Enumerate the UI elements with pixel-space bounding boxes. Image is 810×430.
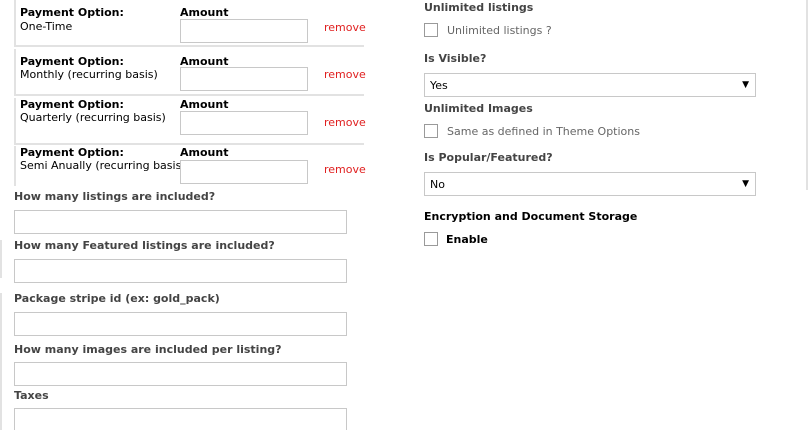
section-divider <box>0 293 2 430</box>
remove-link[interactable]: remove <box>324 116 366 130</box>
amount-input[interactable] <box>180 160 308 184</box>
payment-option-block: Payment Option: Quarterly (recurring bas… <box>14 98 366 145</box>
amount-label: Amount <box>180 98 229 111</box>
unlimited-images-checkbox[interactable] <box>424 124 438 138</box>
is-visible-selected: Yes <box>430 79 448 92</box>
popular-select[interactable]: No ▼ <box>424 172 756 196</box>
encryption-heading: Encryption and Document Storage <box>424 210 638 223</box>
featured-listings-label: How many Featured listings are included? <box>14 239 275 252</box>
remove-link[interactable]: remove <box>324 68 366 82</box>
images-per-listing-label: How many images are included per listing… <box>14 343 282 356</box>
stripe-id-label: Package stripe id (ex: gold_pack) <box>14 292 220 305</box>
amount-label: Amount <box>180 6 229 19</box>
amount-label: Amount <box>180 146 229 159</box>
unlimited-images-heading: Unlimited Images <box>424 102 533 115</box>
encryption-option[interactable]: Enable <box>424 231 488 247</box>
taxes-label: Taxes <box>14 389 49 402</box>
payment-option-label: Payment Option: <box>20 146 124 159</box>
payment-option-value: One-Time <box>20 20 73 33</box>
payment-option-block: Payment Option: One-Time Amount remove <box>14 0 366 47</box>
unlimited-listings-heading: Unlimited listings <box>424 1 534 14</box>
listings-included-input[interactable] <box>14 210 347 234</box>
section-divider <box>0 240 2 278</box>
unlimited-images-checkbox-label: Same as defined in Theme Options <box>447 124 640 138</box>
encryption-checkbox-label: Enable <box>446 232 488 246</box>
payment-option-block: Payment Option: Monthly (recurring basis… <box>14 49 366 96</box>
is-visible-label: Is Visible? <box>424 52 487 65</box>
caret-down-icon: ▼ <box>742 179 749 189</box>
listings-included-label: How many listings are included? <box>14 190 216 203</box>
caret-down-icon: ▼ <box>742 80 749 90</box>
unlimited-listings-checkbox-label: Unlimited listings ? <box>447 23 552 37</box>
encryption-checkbox[interactable] <box>424 232 438 246</box>
amount-input[interactable] <box>180 67 308 91</box>
payment-option-label: Payment Option: <box>20 98 124 111</box>
unlimited-listings-checkbox[interactable] <box>424 23 438 37</box>
payment-option-label: Payment Option: <box>20 6 124 19</box>
panel-edge <box>806 0 808 190</box>
is-visible-select[interactable]: Yes ▼ <box>424 73 756 97</box>
images-per-listing-input[interactable] <box>14 362 347 386</box>
stripe-id-input[interactable] <box>14 312 347 336</box>
payment-option-label: Payment Option: <box>20 55 124 68</box>
taxes-input[interactable] <box>14 408 347 430</box>
amount-input[interactable] <box>180 19 308 43</box>
payment-option-block: Payment Option: Semi Anually (recurring … <box>14 146 366 186</box>
payment-option-value: Monthly (recurring basis) <box>20 68 158 81</box>
amount-input[interactable] <box>180 111 308 135</box>
remove-link[interactable]: remove <box>324 21 366 35</box>
popular-selected: No <box>430 178 445 191</box>
unlimited-images-option[interactable]: Same as defined in Theme Options <box>424 123 640 139</box>
unlimited-listings-option[interactable]: Unlimited listings ? <box>424 22 552 38</box>
popular-label: Is Popular/Featured? <box>424 151 553 164</box>
remove-link[interactable]: remove <box>324 163 366 177</box>
payment-option-value: Semi Anually (recurring basis) <box>20 159 186 172</box>
featured-listings-input[interactable] <box>14 259 347 283</box>
payment-option-value: Quarterly (recurring basis) <box>20 111 166 124</box>
